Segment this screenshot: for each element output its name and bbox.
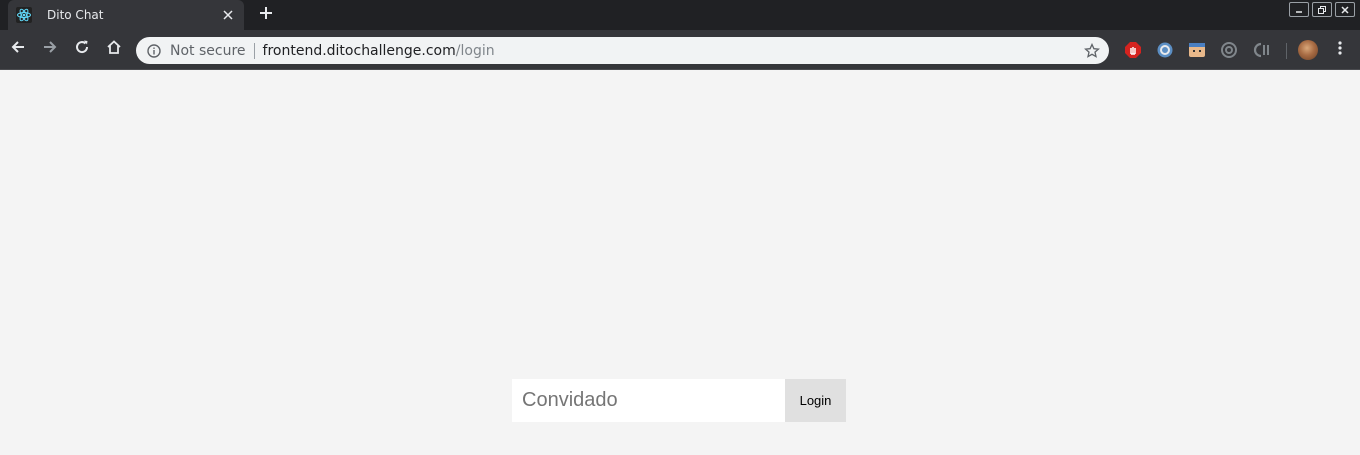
arrow-left-icon <box>10 39 26 60</box>
face-extension-icon[interactable] <box>1187 40 1207 60</box>
forward-button[interactable] <box>39 38 61 60</box>
browser-tab[interactable]: Dito Chat <box>8 0 244 30</box>
home-icon <box>106 39 122 60</box>
url-text: frontend.ditochallenge.com/login <box>263 43 495 59</box>
browser-toolbar: Not secure frontend.ditochallenge.com/lo… <box>0 30 1360 70</box>
close-icon[interactable] <box>220 7 236 23</box>
back-button[interactable] <box>7 38 29 60</box>
sync-extension-icon[interactable] <box>1155 40 1175 60</box>
tab-title: Dito Chat <box>47 8 104 22</box>
browser-menu-button[interactable] <box>1330 40 1350 60</box>
omnibox-divider <box>253 42 255 59</box>
minimize-button[interactable] <box>1289 2 1309 17</box>
new-tab-button[interactable] <box>256 5 276 25</box>
login-form: Login <box>512 379 846 422</box>
window-controls <box>1289 2 1355 17</box>
address-bar[interactable]: Not secure frontend.ditochallenge.com/lo… <box>136 37 1109 64</box>
reload-icon <box>74 39 90 60</box>
close-window-button[interactable] <box>1335 2 1355 17</box>
restore-button[interactable] <box>1312 2 1332 17</box>
login-button[interactable]: Login <box>785 379 846 422</box>
url-path: /login <box>455 42 495 59</box>
url-host: frontend.ditochallenge.com <box>262 42 456 59</box>
username-input[interactable] <box>512 379 785 422</box>
security-status: Not secure <box>170 42 246 59</box>
reload-button[interactable] <box>71 38 93 60</box>
star-icon[interactable] <box>1083 42 1101 60</box>
home-button[interactable] <box>103 38 125 60</box>
arrow-right-icon <box>42 39 58 60</box>
page-viewport: Login <box>0 70 1360 455</box>
info-icon[interactable] <box>146 43 162 59</box>
plus-icon <box>259 6 273 25</box>
tab-strip: Dito Chat <box>0 0 1360 30</box>
adblock-extension-icon[interactable] <box>1123 40 1143 60</box>
profile-avatar[interactable] <box>1298 40 1318 60</box>
extensions-divider <box>1286 43 1287 59</box>
react-atom-icon <box>16 7 32 23</box>
code-extension-icon[interactable] <box>1251 40 1271 60</box>
three-dots-vertical-icon <box>1338 40 1342 61</box>
target-extension-icon[interactable] <box>1219 40 1239 60</box>
